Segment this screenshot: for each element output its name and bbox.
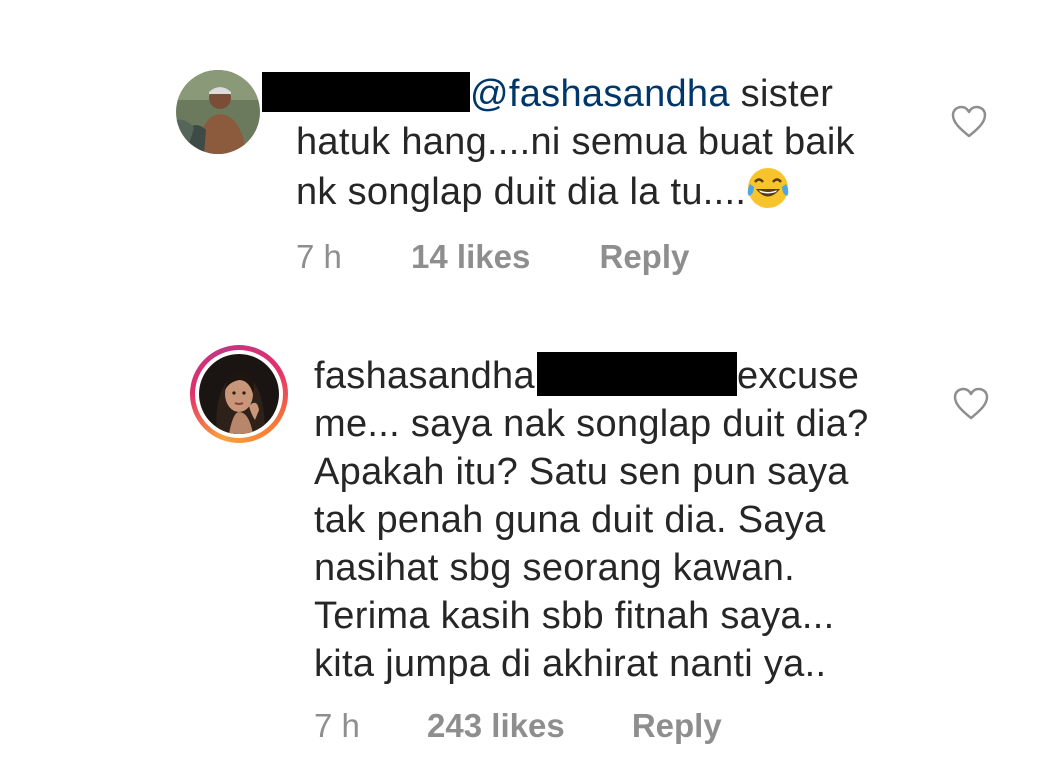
redacted-mention	[536, 352, 737, 396]
comment-2-line-6: Terima kasih sbb fitnah saya...	[314, 595, 835, 637]
comment-2-line-3: Apakah itu? Satu sen pun saya	[314, 451, 849, 493]
comment-2-time: 7 h	[314, 707, 360, 744]
fashasandha-avatar	[199, 354, 279, 434]
comment-2-line-5: nasihat sbg seorang kawan.	[314, 547, 795, 589]
comment-2-text: fashasandha excuse me... saya nak songlap…	[314, 352, 869, 688]
comment-2-likes[interactable]: 243 likes	[427, 707, 565, 745]
comment-2-meta: 7 h 243 likes Reply	[314, 707, 722, 745]
comment-2-line-1: fashasandha excuse	[314, 352, 869, 400]
comment-2-line-1-tail: excuse	[736, 355, 860, 397]
avatar-photo	[199, 354, 279, 434]
username-link[interactable]: fashasandha	[314, 355, 535, 397]
comment-2-reply-button[interactable]: Reply	[632, 707, 722, 745]
comment-2-line-2: me... saya nak songlap duit dia?	[314, 403, 869, 445]
heart-icon[interactable]	[953, 387, 989, 421]
comment-2: fashasandha excuse me... saya nak songlap…	[0, 0, 1054, 757]
story-ring[interactable]	[190, 345, 288, 443]
comment-2-line-7: kita jumpa di akhirat nanti ya..	[314, 643, 827, 685]
comment-2-line-4: tak penah guna duit dia. Saya	[314, 499, 826, 541]
